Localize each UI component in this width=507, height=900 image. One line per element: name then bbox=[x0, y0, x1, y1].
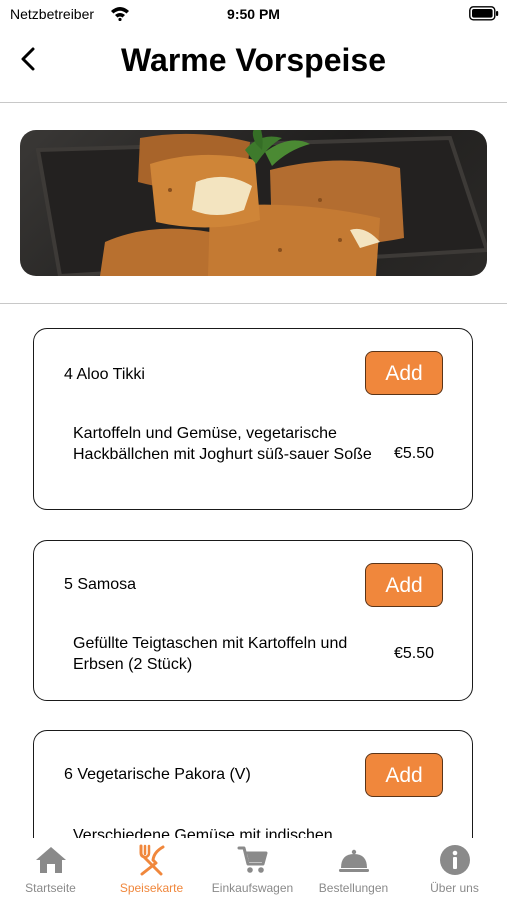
menu-item-card: 6 Vegetarische Pakora (V) Add Verschiede… bbox=[33, 730, 473, 838]
page-title: Warme Vorspeise bbox=[121, 42, 386, 78]
add-button[interactable]: Add bbox=[365, 351, 443, 395]
add-button[interactable]: Add bbox=[365, 563, 443, 607]
add-button[interactable]: Add bbox=[365, 753, 443, 797]
home-icon bbox=[36, 847, 66, 873]
tab-bestellungen[interactable]: Bestellungen bbox=[303, 838, 404, 900]
tab-label: Startseite bbox=[25, 881, 76, 895]
menu-item-card: 4 Aloo Tikki Add Kartoffeln und Gemüse, … bbox=[33, 328, 473, 510]
hero-divider bbox=[0, 303, 507, 304]
tab-label: Über uns bbox=[430, 881, 479, 895]
menu-item-list[interactable]: 4 Aloo Tikki Add Kartoffeln und Gemüse, … bbox=[0, 305, 507, 838]
tab-ueber-uns[interactable]: Über uns bbox=[404, 838, 505, 900]
item-description: Gefüllte Teigtaschen mit Kartoffeln und … bbox=[73, 635, 348, 673]
tab-label: Einkaufswagen bbox=[211, 881, 294, 895]
tab-speisekarte[interactable]: Speisekarte bbox=[101, 838, 202, 900]
cloche-icon bbox=[339, 849, 369, 872]
menu-item-card: 5 Samosa Add Gefüllte Teigtaschen mit Ka… bbox=[33, 540, 473, 701]
item-price: €5.50 bbox=[393, 445, 434, 462]
info-icon bbox=[440, 845, 470, 875]
status-bar: Netzbetreiber 9:50 PM bbox=[0, 0, 507, 30]
clock: 9:50 PM bbox=[227, 6, 280, 22]
item-price: €5.50 bbox=[393, 645, 434, 662]
tab-label: Bestellungen bbox=[318, 881, 389, 895]
fork-knife-icon bbox=[139, 844, 165, 876]
category-hero-image bbox=[20, 130, 487, 276]
item-title: 6 Vegetarische Pakora (V) bbox=[64, 766, 251, 783]
item-description: Verschiedene Gemüse mit indischen bbox=[73, 827, 333, 838]
tab-bar: Startseite Speisekarte Einkaufswagen Bes… bbox=[0, 838, 507, 900]
tab-startseite[interactable]: Startseite bbox=[0, 838, 101, 900]
item-title: 4 Aloo Tikki bbox=[64, 366, 145, 383]
tab-einkaufswagen[interactable]: Einkaufswagen bbox=[202, 838, 303, 900]
cart-icon bbox=[237, 846, 268, 873]
item-description: Kartoffeln und Gemüse, vegetarische Hack… bbox=[73, 425, 372, 463]
item-title: 5 Samosa bbox=[64, 576, 137, 593]
tab-label: Speisekarte bbox=[119, 881, 184, 895]
navigation-bar: Warme Vorspeise bbox=[0, 30, 507, 102]
battery-icon bbox=[469, 6, 499, 26]
header-divider bbox=[0, 102, 507, 103]
